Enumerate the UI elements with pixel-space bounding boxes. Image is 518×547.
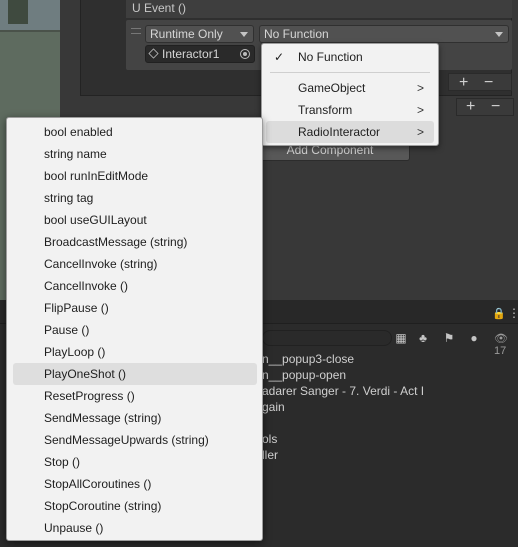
add-listener-button[interactable]: + bbox=[459, 75, 468, 91]
list-item[interactable]: ols bbox=[262, 432, 277, 446]
event-title: U Event () bbox=[132, 1, 187, 15]
hidden-count: 👁 17 bbox=[494, 333, 508, 357]
filter-label-icon[interactable]: ⚑ bbox=[441, 330, 457, 346]
menu-item-bool-runineditmode[interactable]: bool runInEditMode bbox=[13, 165, 257, 187]
list-item[interactable]: adarer Sanger - 7. Verdi - Act I bbox=[262, 384, 424, 398]
menu-item-transform[interactable]: Transform > bbox=[262, 99, 438, 121]
cube-icon bbox=[148, 48, 159, 59]
menu-item-string-tag[interactable]: string tag bbox=[13, 187, 257, 209]
menu-item-cancelinvoke[interactable]: CancelInvoke () bbox=[13, 275, 257, 297]
error-filter-icon[interactable]: ● bbox=[466, 330, 482, 346]
drag-handle-icon[interactable] bbox=[131, 28, 141, 34]
menu-item-unpause[interactable]: Unpause () bbox=[13, 517, 257, 539]
chevron-down-icon bbox=[495, 32, 503, 37]
menu-item-radiointeractor[interactable]: RadioInteractor > bbox=[266, 121, 434, 143]
menu-item-label: GameObject bbox=[298, 81, 366, 95]
menu-item-flippause[interactable]: FlipPause () bbox=[13, 297, 257, 319]
remove-listener-button[interactable]: − bbox=[484, 75, 493, 91]
menu-item-gameobject[interactable]: GameObject > bbox=[262, 77, 438, 99]
scene-search-icon[interactable]: ▦ bbox=[393, 330, 409, 346]
chevron-down-icon bbox=[240, 32, 248, 37]
add-event-button[interactable]: + bbox=[466, 99, 475, 115]
function-menu: ✓ No Function GameObject > Transform > R… bbox=[261, 43, 439, 146]
object-picker-icon[interactable] bbox=[240, 49, 250, 59]
menu-item-stopcoroutine[interactable]: StopCoroutine (string) bbox=[13, 495, 257, 517]
menu-separator bbox=[270, 72, 430, 73]
menu-item-bool-enabled[interactable]: bool enabled bbox=[13, 121, 257, 143]
hidden-count-value: 17 bbox=[494, 345, 507, 357]
filter-type-icon[interactable]: ♣ bbox=[415, 330, 431, 346]
list-item[interactable]: n__popup-open bbox=[262, 368, 346, 382]
menu-item-label: Transform bbox=[298, 103, 353, 117]
menu-item-sendmessage[interactable]: SendMessage (string) bbox=[13, 407, 257, 429]
list-footer-bar bbox=[448, 73, 512, 91]
menu-item-no-function[interactable]: ✓ No Function bbox=[262, 46, 438, 68]
lock-icon[interactable]: 🔒 bbox=[492, 307, 506, 320]
menu-item-playoneshot[interactable]: PlayOneShot () bbox=[13, 363, 257, 385]
scene-rail bbox=[0, 30, 60, 32]
object-field-label: Interactor1 bbox=[162, 47, 220, 61]
runtime-dropdown[interactable]: Runtime Only bbox=[145, 25, 254, 43]
chevron-right-icon: > bbox=[416, 125, 424, 139]
chevron-right-icon: > bbox=[416, 103, 424, 117]
method-menu: bool enabled string name bool runInEditM… bbox=[6, 117, 263, 541]
chevron-right-icon: > bbox=[416, 81, 424, 95]
panel-menu-icon[interactable]: ⋮ bbox=[508, 306, 518, 320]
menu-item-sendmessageupwards[interactable]: SendMessageUpwards (string) bbox=[13, 429, 257, 451]
function-dropdown[interactable]: No Function bbox=[259, 25, 509, 43]
menu-item-resetprogress[interactable]: ResetProgress () bbox=[13, 385, 257, 407]
menu-item-label: RadioInteractor bbox=[298, 125, 381, 139]
list-item[interactable]: gain bbox=[262, 400, 285, 414]
menu-item-playloop[interactable]: PlayLoop () bbox=[13, 341, 257, 363]
list-footer-bar-2 bbox=[456, 98, 514, 116]
menu-item-label: No Function bbox=[298, 50, 363, 64]
function-dropdown-label: No Function bbox=[264, 27, 329, 41]
remove-event-button[interactable]: − bbox=[491, 99, 500, 115]
object-field[interactable]: Interactor1 bbox=[145, 45, 255, 63]
checkmark-icon: ✓ bbox=[274, 50, 285, 64]
menu-item-bool-useguilayout[interactable]: bool useGUILayout bbox=[13, 209, 257, 231]
menu-item-stop[interactable]: Stop () bbox=[13, 451, 257, 473]
menu-item-string-name[interactable]: string name bbox=[13, 143, 257, 165]
menu-item-broadcastmessage[interactable]: BroadcastMessage (string) bbox=[13, 231, 257, 253]
runtime-dropdown-label: Runtime Only bbox=[150, 27, 223, 41]
scene-building bbox=[8, 0, 28, 24]
list-item[interactable]: n__popup3-close bbox=[262, 352, 354, 366]
menu-item-stopallcoroutines[interactable]: StopAllCoroutines () bbox=[13, 473, 257, 495]
menu-item-cancelinvoke-string[interactable]: CancelInvoke (string) bbox=[13, 253, 257, 275]
list-item[interactable]: ller bbox=[262, 448, 278, 462]
search-input[interactable] bbox=[262, 330, 392, 346]
menu-item-pause[interactable]: Pause () bbox=[13, 319, 257, 341]
